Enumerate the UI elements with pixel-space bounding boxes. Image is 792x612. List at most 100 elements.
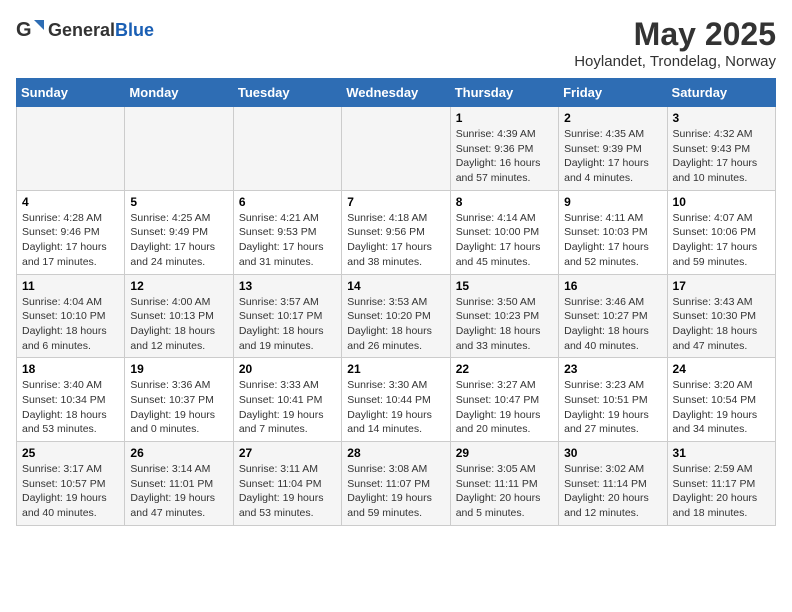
day-number: 12 [130, 279, 227, 293]
calendar-cell: 12 Sunrise: 4:00 AMSunset: 10:13 PMDaylig… [125, 274, 233, 358]
day-info: Sunrise: 3:27 AMSunset: 10:47 PMDaylight… [456, 378, 553, 437]
calendar-week-5: 25 Sunrise: 3:17 AMSunset: 10:57 PMDaylig… [17, 442, 776, 526]
day-number: 19 [130, 362, 227, 376]
logo-icon: G [16, 16, 44, 44]
weekday-header-monday: Monday [125, 79, 233, 107]
day-number: 16 [564, 279, 661, 293]
day-info: Sunrise: 3:11 AMSunset: 11:04 PMDaylight… [239, 462, 336, 521]
weekday-header-row: SundayMondayTuesdayWednesdayThursdayFrid… [17, 79, 776, 107]
logo-blue: Blue [115, 20, 154, 40]
calendar-cell: 11Sunrise: 4:04 AMSunset: 10:10 PMDaylig… [17, 274, 125, 358]
page-header: G GeneralBlue May 2025 Hoylandet, Tronde… [16, 16, 776, 70]
day-info: Sunrise: 3:14 AMSunset: 11:01 PMDaylight… [130, 462, 227, 521]
calendar-cell: 31 Sunrise: 2:59 AMSunset: 11:17 PMDaylig… [667, 442, 775, 526]
day-number: 24 [673, 362, 770, 376]
day-number: 5 [130, 195, 227, 209]
calendar-cell: 22 Sunrise: 3:27 AMSunset: 10:47 PMDaylig… [450, 358, 558, 442]
calendar-cell: 19 Sunrise: 3:36 AMSunset: 10:37 PMDaylig… [125, 358, 233, 442]
calendar-cell: 25 Sunrise: 3:17 AMSunset: 10:57 PMDaylig… [17, 442, 125, 526]
calendar-cell: 20 Sunrise: 3:33 AMSunset: 10:41 PMDaylig… [233, 358, 341, 442]
day-number: 1 [456, 111, 553, 125]
calendar-cell: 21Sunrise: 3:30 AMSunset: 10:44 PMDaylig… [342, 358, 450, 442]
day-number: 30 [564, 446, 661, 460]
calendar-cell: 26Sunrise: 3:14 AMSunset: 11:01 PMDaylig… [125, 442, 233, 526]
day-info: Sunrise: 3:08 AMSunset: 11:07 PMDaylight… [347, 462, 444, 521]
day-number: 2 [564, 111, 661, 125]
calendar-cell: 18Sunrise: 3:40 AMSunset: 10:34 PMDaylig… [17, 358, 125, 442]
day-info: Sunrise: 3:57 AMSunset: 10:17 PMDaylight… [239, 295, 336, 354]
subtitle: Hoylandet, Trondelag, Norway [574, 53, 776, 70]
day-info: Sunrise: 4:39 AMSunset: 9:36 PMDaylight:… [456, 127, 553, 186]
day-info: Sunrise: 3:33 AMSunset: 10:41 PMDaylight… [239, 378, 336, 437]
day-info: Sunrise: 4:11 AMSunset: 10:03 PMDaylight… [564, 211, 661, 270]
calendar-cell: 8Sunrise: 4:14 AMSunset: 10:00 PMDayligh… [450, 190, 558, 274]
weekday-header-wednesday: Wednesday [342, 79, 450, 107]
calendar-cell: 5Sunrise: 4:25 AMSunset: 9:49 PMDaylight… [125, 190, 233, 274]
day-info: Sunrise: 4:07 AMSunset: 10:06 PMDaylight… [673, 211, 770, 270]
day-info: Sunrise: 3:43 AMSunset: 10:30 PMDaylight… [673, 295, 770, 354]
day-number: 22 [456, 362, 553, 376]
main-title: May 2025 [574, 16, 776, 53]
calendar-week-4: 18Sunrise: 3:40 AMSunset: 10:34 PMDaylig… [17, 358, 776, 442]
calendar-cell: 23 Sunrise: 3:23 AMSunset: 10:51 PMDaylig… [559, 358, 667, 442]
calendar-cell [17, 107, 125, 191]
day-info: Sunrise: 4:28 AMSunset: 9:46 PMDaylight:… [22, 211, 119, 270]
calendar-cell: 27 Sunrise: 3:11 AMSunset: 11:04 PMDaylig… [233, 442, 341, 526]
day-number: 17 [673, 279, 770, 293]
calendar-cell: 10 Sunrise: 4:07 AMSunset: 10:06 PMDaylig… [667, 190, 775, 274]
calendar-week-2: 4 Sunrise: 4:28 AMSunset: 9:46 PMDaylight… [17, 190, 776, 274]
calendar-cell: 14Sunrise: 3:53 AMSunset: 10:20 PMDaylig… [342, 274, 450, 358]
calendar-week-3: 11Sunrise: 4:04 AMSunset: 10:10 PMDaylig… [17, 274, 776, 358]
day-info: Sunrise: 3:23 AMSunset: 10:51 PMDaylight… [564, 378, 661, 437]
calendar-cell: 7Sunrise: 4:18 AMSunset: 9:56 PMDaylight… [342, 190, 450, 274]
weekday-header-thursday: Thursday [450, 79, 558, 107]
calendar-week-1: 1 Sunrise: 4:39 AMSunset: 9:36 PMDaylight… [17, 107, 776, 191]
day-number: 7 [347, 195, 444, 209]
day-number: 25 [22, 446, 119, 460]
day-number: 14 [347, 279, 444, 293]
title-block: May 2025 Hoylandet, Trondelag, Norway [574, 16, 776, 70]
day-info: Sunrise: 2:59 AMSunset: 11:17 PMDaylight… [673, 462, 770, 521]
logo-general: General [48, 20, 115, 40]
day-info: Sunrise: 4:00 AMSunset: 10:13 PMDaylight… [130, 295, 227, 354]
weekday-header-tuesday: Tuesday [233, 79, 341, 107]
calendar-cell: 6Sunrise: 4:21 AMSunset: 9:53 PMDaylight… [233, 190, 341, 274]
weekday-header-friday: Friday [559, 79, 667, 107]
weekday-header-saturday: Saturday [667, 79, 775, 107]
weekday-header-sunday: Sunday [17, 79, 125, 107]
calendar-cell: 3 Sunrise: 4:32 AMSunset: 9:43 PMDaylight… [667, 107, 775, 191]
day-info: Sunrise: 4:21 AMSunset: 9:53 PMDaylight:… [239, 211, 336, 270]
calendar-cell: 29Sunrise: 3:05 AMSunset: 11:11 PMDaylig… [450, 442, 558, 526]
day-info: Sunrise: 3:36 AMSunset: 10:37 PMDaylight… [130, 378, 227, 437]
day-number: 27 [239, 446, 336, 460]
day-number: 3 [673, 111, 770, 125]
calendar-cell [233, 107, 341, 191]
day-info: Sunrise: 4:32 AMSunset: 9:43 PMDaylight:… [673, 127, 770, 186]
day-info: Sunrise: 3:17 AMSunset: 10:57 PMDaylight… [22, 462, 119, 521]
day-number: 31 [673, 446, 770, 460]
calendar-cell [125, 107, 233, 191]
day-info: Sunrise: 3:20 AMSunset: 10:54 PMDaylight… [673, 378, 770, 437]
calendar-cell: 24 Sunrise: 3:20 AMSunset: 10:54 PMDaylig… [667, 358, 775, 442]
day-number: 4 [22, 195, 119, 209]
day-info: Sunrise: 4:35 AMSunset: 9:39 PMDaylight:… [564, 127, 661, 186]
calendar-cell: 17 Sunrise: 3:43 AMSunset: 10:30 PMDaylig… [667, 274, 775, 358]
day-info: Sunrise: 4:04 AMSunset: 10:10 PMDaylight… [22, 295, 119, 354]
day-info: Sunrise: 4:14 AMSunset: 10:00 PMDaylight… [456, 211, 553, 270]
day-info: Sunrise: 3:02 AMSunset: 11:14 PMDaylight… [564, 462, 661, 521]
day-number: 21 [347, 362, 444, 376]
day-info: Sunrise: 3:46 AMSunset: 10:27 PMDaylight… [564, 295, 661, 354]
calendar-cell: 30 Sunrise: 3:02 AMSunset: 11:14 PMDaylig… [559, 442, 667, 526]
day-number: 15 [456, 279, 553, 293]
svg-text:G: G [16, 19, 32, 41]
day-number: 20 [239, 362, 336, 376]
calendar-cell: 4 Sunrise: 4:28 AMSunset: 9:46 PMDaylight… [17, 190, 125, 274]
calendar-cell: 1 Sunrise: 4:39 AMSunset: 9:36 PMDaylight… [450, 107, 558, 191]
calendar-cell: 13 Sunrise: 3:57 AMSunset: 10:17 PMDaylig… [233, 274, 341, 358]
calendar-cell: 2 Sunrise: 4:35 AMSunset: 9:39 PMDaylight… [559, 107, 667, 191]
day-info: Sunrise: 3:40 AMSunset: 10:34 PMDaylight… [22, 378, 119, 437]
day-number: 13 [239, 279, 336, 293]
day-number: 23 [564, 362, 661, 376]
day-number: 10 [673, 195, 770, 209]
calendar-cell: 16 Sunrise: 3:46 AMSunset: 10:27 PMDaylig… [559, 274, 667, 358]
